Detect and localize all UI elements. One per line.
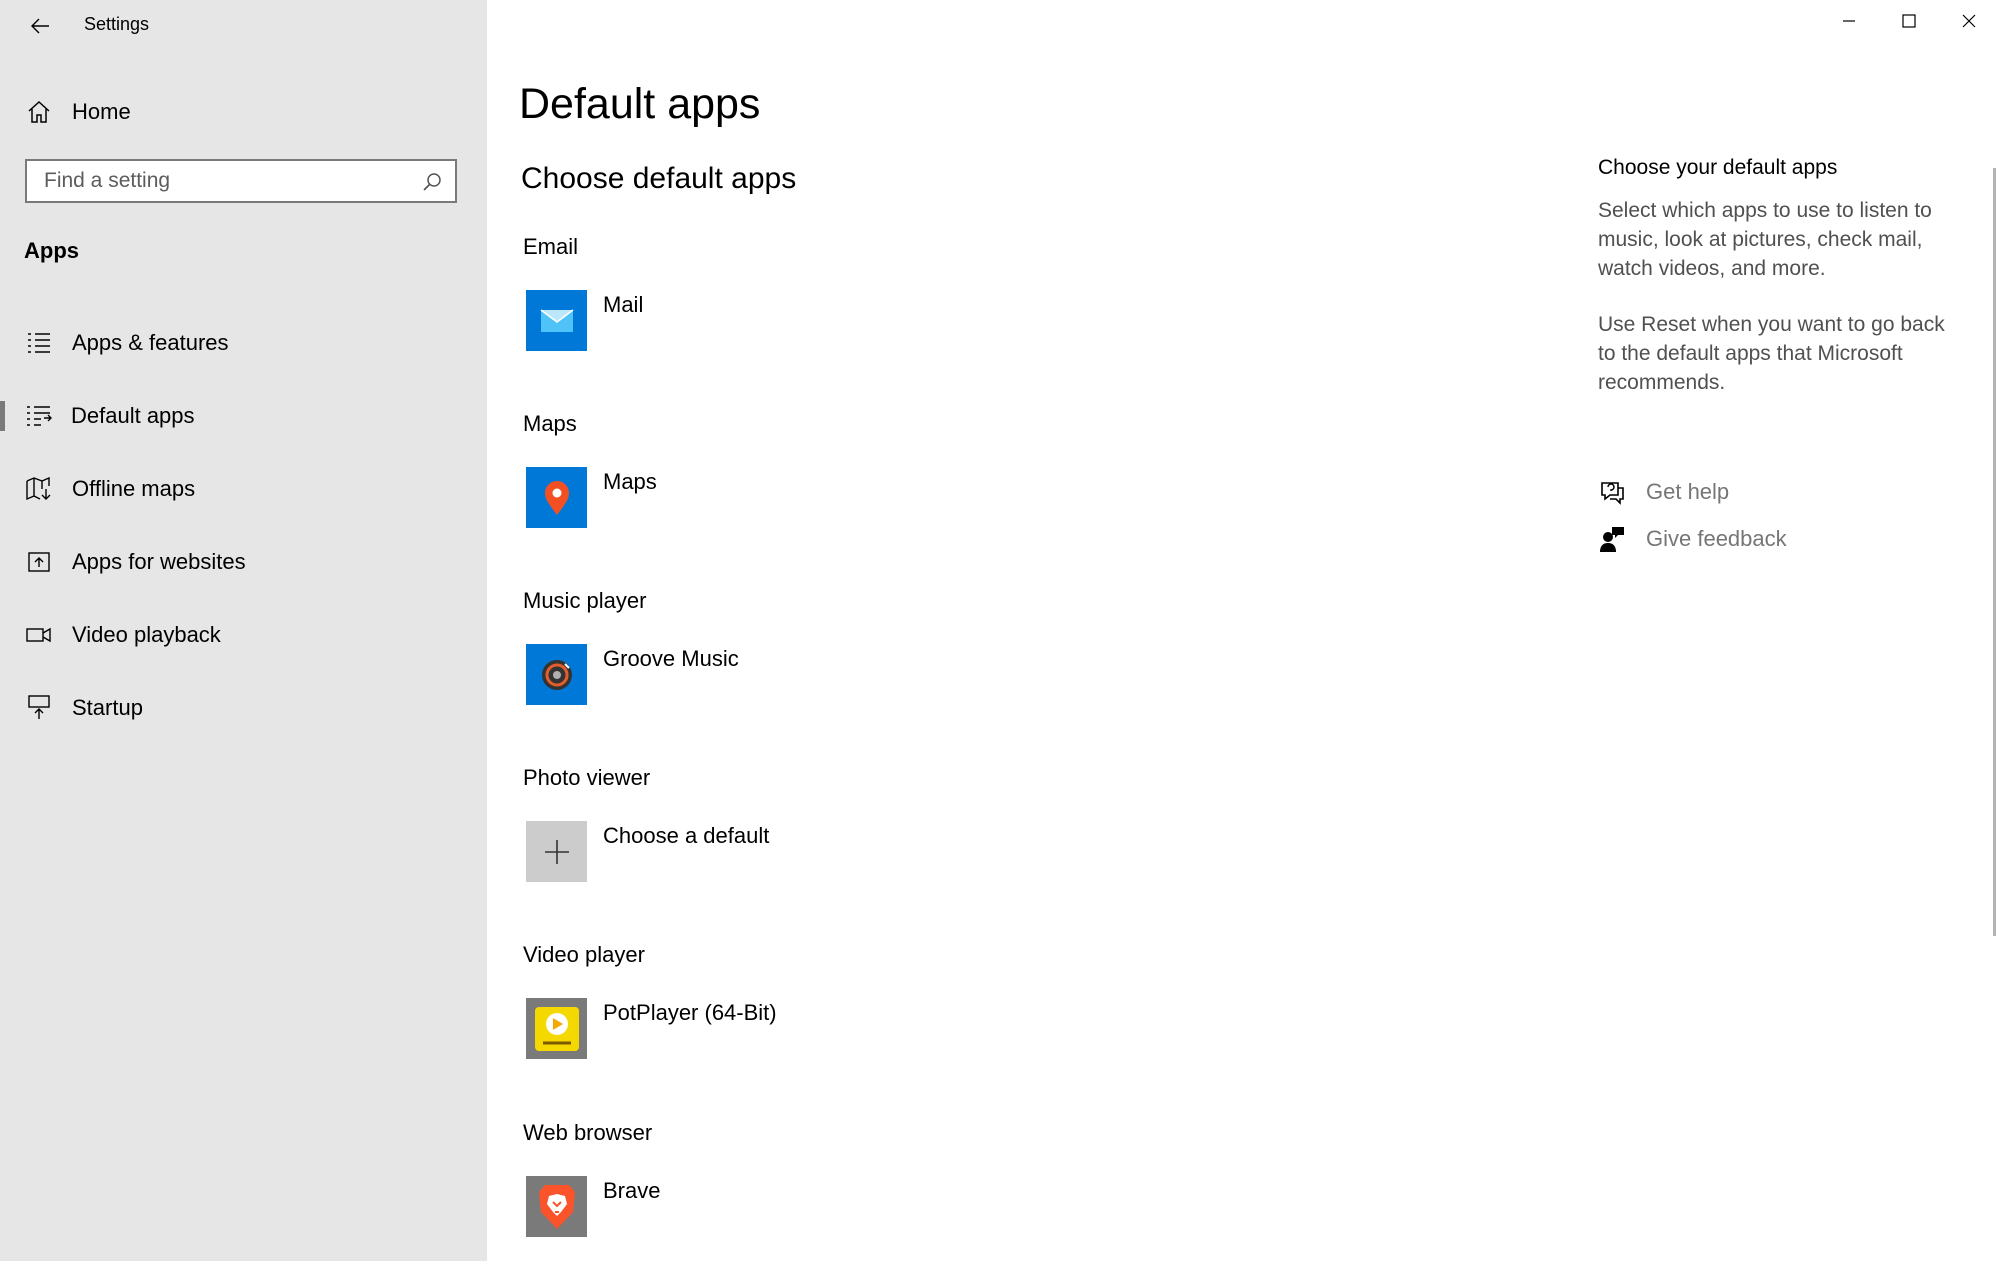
back-button[interactable] (18, 6, 62, 46)
section-title: Choose default apps (521, 162, 797, 195)
plus-icon (526, 821, 587, 882)
sidebar-item-apps-features[interactable]: Apps & features (0, 315, 487, 371)
give-feedback-label: Give feedback (1646, 526, 1787, 551)
app-title: Settings (84, 14, 150, 34)
help-title: Choose your default apps (1598, 156, 1838, 179)
search-icon (423, 173, 441, 191)
app-name: Maps (603, 469, 657, 494)
sidebar-item-label: Default apps (71, 403, 195, 428)
scrollbar[interactable] (1991, 0, 2000, 1261)
search-box[interactable] (25, 159, 457, 203)
list-icon (24, 328, 54, 358)
search-button[interactable] (417, 167, 447, 197)
mail-icon (526, 290, 587, 351)
help-reset-note: Use Reset when you want to go back to th… (1598, 313, 1945, 394)
nav-home[interactable]: Home (0, 88, 487, 136)
brave-lion-icon (526, 1176, 587, 1237)
default-app-video-player[interactable]: PotPlayer (64-Bit) (524, 998, 1004, 1062)
maximize-icon (1902, 14, 1916, 28)
app-name: PotPlayer (64-Bit) (603, 1000, 777, 1025)
video-camera-icon (24, 620, 54, 650)
sidebar-item-label: Apps & features (72, 330, 229, 355)
default-apps-icon (24, 401, 54, 431)
category-label-video-player: Video player (523, 942, 645, 967)
default-app-web-browser[interactable]: Brave (524, 1176, 1004, 1240)
feedback-icon (1596, 523, 1628, 555)
app-name: Choose a default (603, 823, 770, 848)
home-icon (24, 97, 54, 127)
sidebar-item-offline-maps[interactable]: Offline maps (0, 461, 487, 517)
potplayer-icon (526, 998, 587, 1059)
default-app-photo-viewer[interactable]: Choose a default (524, 821, 1004, 885)
sidebar-item-default-apps[interactable]: Default apps (0, 388, 487, 444)
get-help-link[interactable]: Get help (1596, 474, 1729, 510)
sidebar-item-label: Video playback (72, 622, 221, 647)
home-label: Home (72, 99, 131, 124)
default-app-music-player[interactable]: Groove Music (524, 644, 1004, 708)
open-external-icon (24, 547, 54, 577)
give-feedback-link[interactable]: Give feedback (1596, 521, 1787, 557)
sidebar: Settings Home Apps Apps & features (0, 0, 487, 1261)
sidebar-item-apps-for-websites[interactable]: Apps for websites (0, 534, 487, 590)
startup-icon (24, 693, 54, 723)
page-title: Default apps (519, 80, 761, 128)
minimize-icon (1843, 20, 1855, 22)
default-app-maps[interactable]: Maps (524, 467, 1004, 531)
close-button[interactable] (1940, 0, 1998, 42)
maximize-button[interactable] (1880, 0, 1938, 42)
sidebar-item-label: Apps for websites (72, 549, 246, 574)
map-pin-icon (526, 467, 587, 528)
back-arrow-icon (31, 18, 49, 34)
search-input[interactable] (27, 161, 424, 201)
get-help-label: Get help (1646, 479, 1730, 504)
category-label-maps: Maps (523, 411, 577, 436)
chat-help-icon (1596, 476, 1628, 508)
default-app-email[interactable]: Mail (524, 290, 1004, 354)
scrollbar-thumb[interactable] (1993, 168, 1996, 936)
map-download-icon (24, 474, 54, 504)
sidebar-item-video-playback[interactable]: Video playback (0, 607, 487, 663)
app-name: Mail (603, 292, 644, 317)
app-name: Brave (603, 1178, 661, 1203)
section-heading: Apps (24, 238, 79, 263)
minimize-button[interactable] (1820, 0, 1878, 42)
sidebar-item-startup[interactable]: Startup (0, 680, 487, 736)
category-label-email: Email (523, 234, 579, 259)
category-label-music-player: Music player (523, 588, 647, 613)
sidebar-item-label: Startup (72, 695, 143, 720)
app-name: Groove Music (603, 646, 739, 671)
category-label-photo-viewer: Photo viewer (523, 765, 651, 790)
close-icon (1962, 14, 1976, 28)
sidebar-item-label: Offline maps (72, 476, 196, 501)
category-label-web-browser: Web browser (523, 1120, 653, 1145)
help-description: Select which apps to use to listen to mu… (1598, 199, 1932, 280)
groove-music-icon (526, 644, 587, 705)
